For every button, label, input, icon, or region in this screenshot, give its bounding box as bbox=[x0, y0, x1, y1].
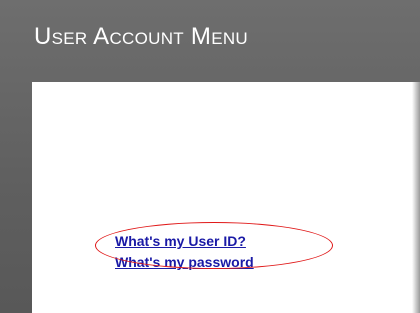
whats-my-password-link[interactable]: What's my password bbox=[115, 254, 254, 270]
whats-my-user-id-link[interactable]: What's my User ID? bbox=[115, 233, 254, 249]
help-links: What's my User ID? What's my password bbox=[115, 233, 254, 270]
panel-edge-shadow bbox=[412, 82, 420, 313]
content-panel bbox=[32, 82, 420, 313]
menu-window: User Account Menu What's my User ID? Wha… bbox=[0, 0, 420, 313]
page-title: User Account Menu bbox=[34, 23, 249, 50]
